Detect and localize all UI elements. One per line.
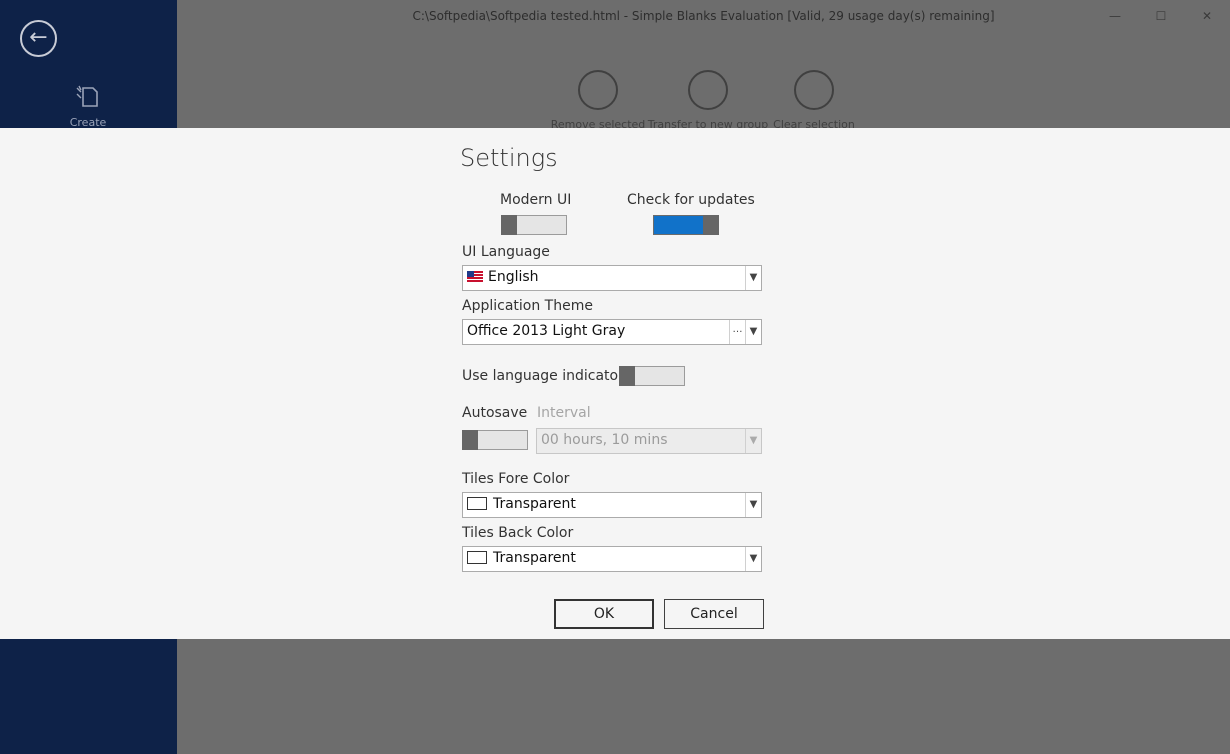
- tiles-back-color-label: Tiles Back Color: [462, 525, 574, 541]
- modern-ui-label: Modern UI: [500, 192, 572, 208]
- app-theme-label: Application Theme: [462, 298, 593, 314]
- window-title: C:\Softpedia\Softpedia tested.html - Sim…: [412, 9, 995, 23]
- color-swatch-icon: [467, 551, 487, 564]
- autosave-label: Autosave: [462, 405, 528, 421]
- lang-indicator-toggle[interactable]: [619, 366, 685, 386]
- toggle-knob: [619, 366, 635, 386]
- chevron-down-icon[interactable]: ▼: [745, 320, 761, 344]
- tiles-back-color-select[interactable]: Transparent ▼: [462, 546, 762, 572]
- chevron-down-icon[interactable]: ▼: [745, 547, 761, 571]
- chevron-down-icon: ▼: [745, 429, 761, 453]
- lang-indicator-label: Use language indicator: [462, 368, 624, 384]
- interval-select: 00 hours, 10 mins ▼: [536, 428, 762, 454]
- transfer-icon: [688, 70, 728, 110]
- tiles-back-color-value: Transparent: [493, 550, 576, 566]
- ui-language-value-wrap: English: [467, 269, 539, 285]
- chevron-down-icon[interactable]: ▼: [745, 266, 761, 290]
- autosave-toggle[interactable]: [462, 430, 528, 450]
- ellipsis-icon[interactable]: …: [729, 320, 745, 344]
- ui-language-select[interactable]: English ▼: [462, 265, 762, 291]
- interval-value: 00 hours, 10 mins: [541, 432, 668, 448]
- interval-label: Interval: [537, 405, 591, 421]
- clear-selection-icon: [794, 70, 834, 110]
- tiles-fore-color-select[interactable]: Transparent ▼: [462, 492, 762, 518]
- back-arrow-icon: ←: [29, 25, 48, 50]
- ok-button[interactable]: OK: [554, 599, 654, 629]
- dialog-title: Settings: [460, 144, 558, 172]
- chevron-down-icon[interactable]: ▼: [745, 493, 761, 517]
- ui-language-label: UI Language: [462, 244, 550, 260]
- app-theme-select[interactable]: Office 2013 Light Gray … ▼: [462, 319, 762, 345]
- ui-language-value: English: [488, 269, 539, 285]
- tiles-fore-color-value: Transparent: [493, 496, 576, 512]
- check-updates-toggle[interactable]: [653, 215, 719, 235]
- window-titlebar: C:\Softpedia\Softpedia tested.html - Sim…: [177, 0, 1230, 32]
- cancel-button[interactable]: Cancel: [664, 599, 764, 629]
- toggle-knob: [501, 215, 517, 235]
- color-swatch-icon: [467, 497, 487, 510]
- toggle-knob: [462, 430, 478, 450]
- back-button[interactable]: ←: [20, 20, 57, 57]
- create-document-icon: [76, 85, 98, 107]
- settings-dialog: Settings Modern UI Check for updates UI …: [0, 128, 1230, 639]
- tiles-back-value-wrap: Transparent: [467, 550, 576, 566]
- modern-ui-toggle[interactable]: [501, 215, 567, 235]
- check-updates-label: Check for updates: [627, 192, 755, 208]
- app-theme-value: Office 2013 Light Gray: [467, 323, 626, 339]
- toggle-knob: [703, 215, 719, 235]
- us-flag-icon: [467, 271, 483, 282]
- sidebar-item-create[interactable]: Create: [60, 84, 116, 129]
- tiles-fore-color-label: Tiles Fore Color: [462, 471, 570, 487]
- maximize-button[interactable]: ☐: [1138, 0, 1184, 32]
- tiles-fore-value-wrap: Transparent: [467, 496, 576, 512]
- remove-icon: [578, 70, 618, 110]
- window-controls: — ☐ ✕: [1092, 0, 1230, 32]
- minimize-button[interactable]: —: [1092, 0, 1138, 32]
- clear-selection-button[interactable]: Clear selection: [749, 70, 879, 131]
- close-button[interactable]: ✕: [1184, 0, 1230, 32]
